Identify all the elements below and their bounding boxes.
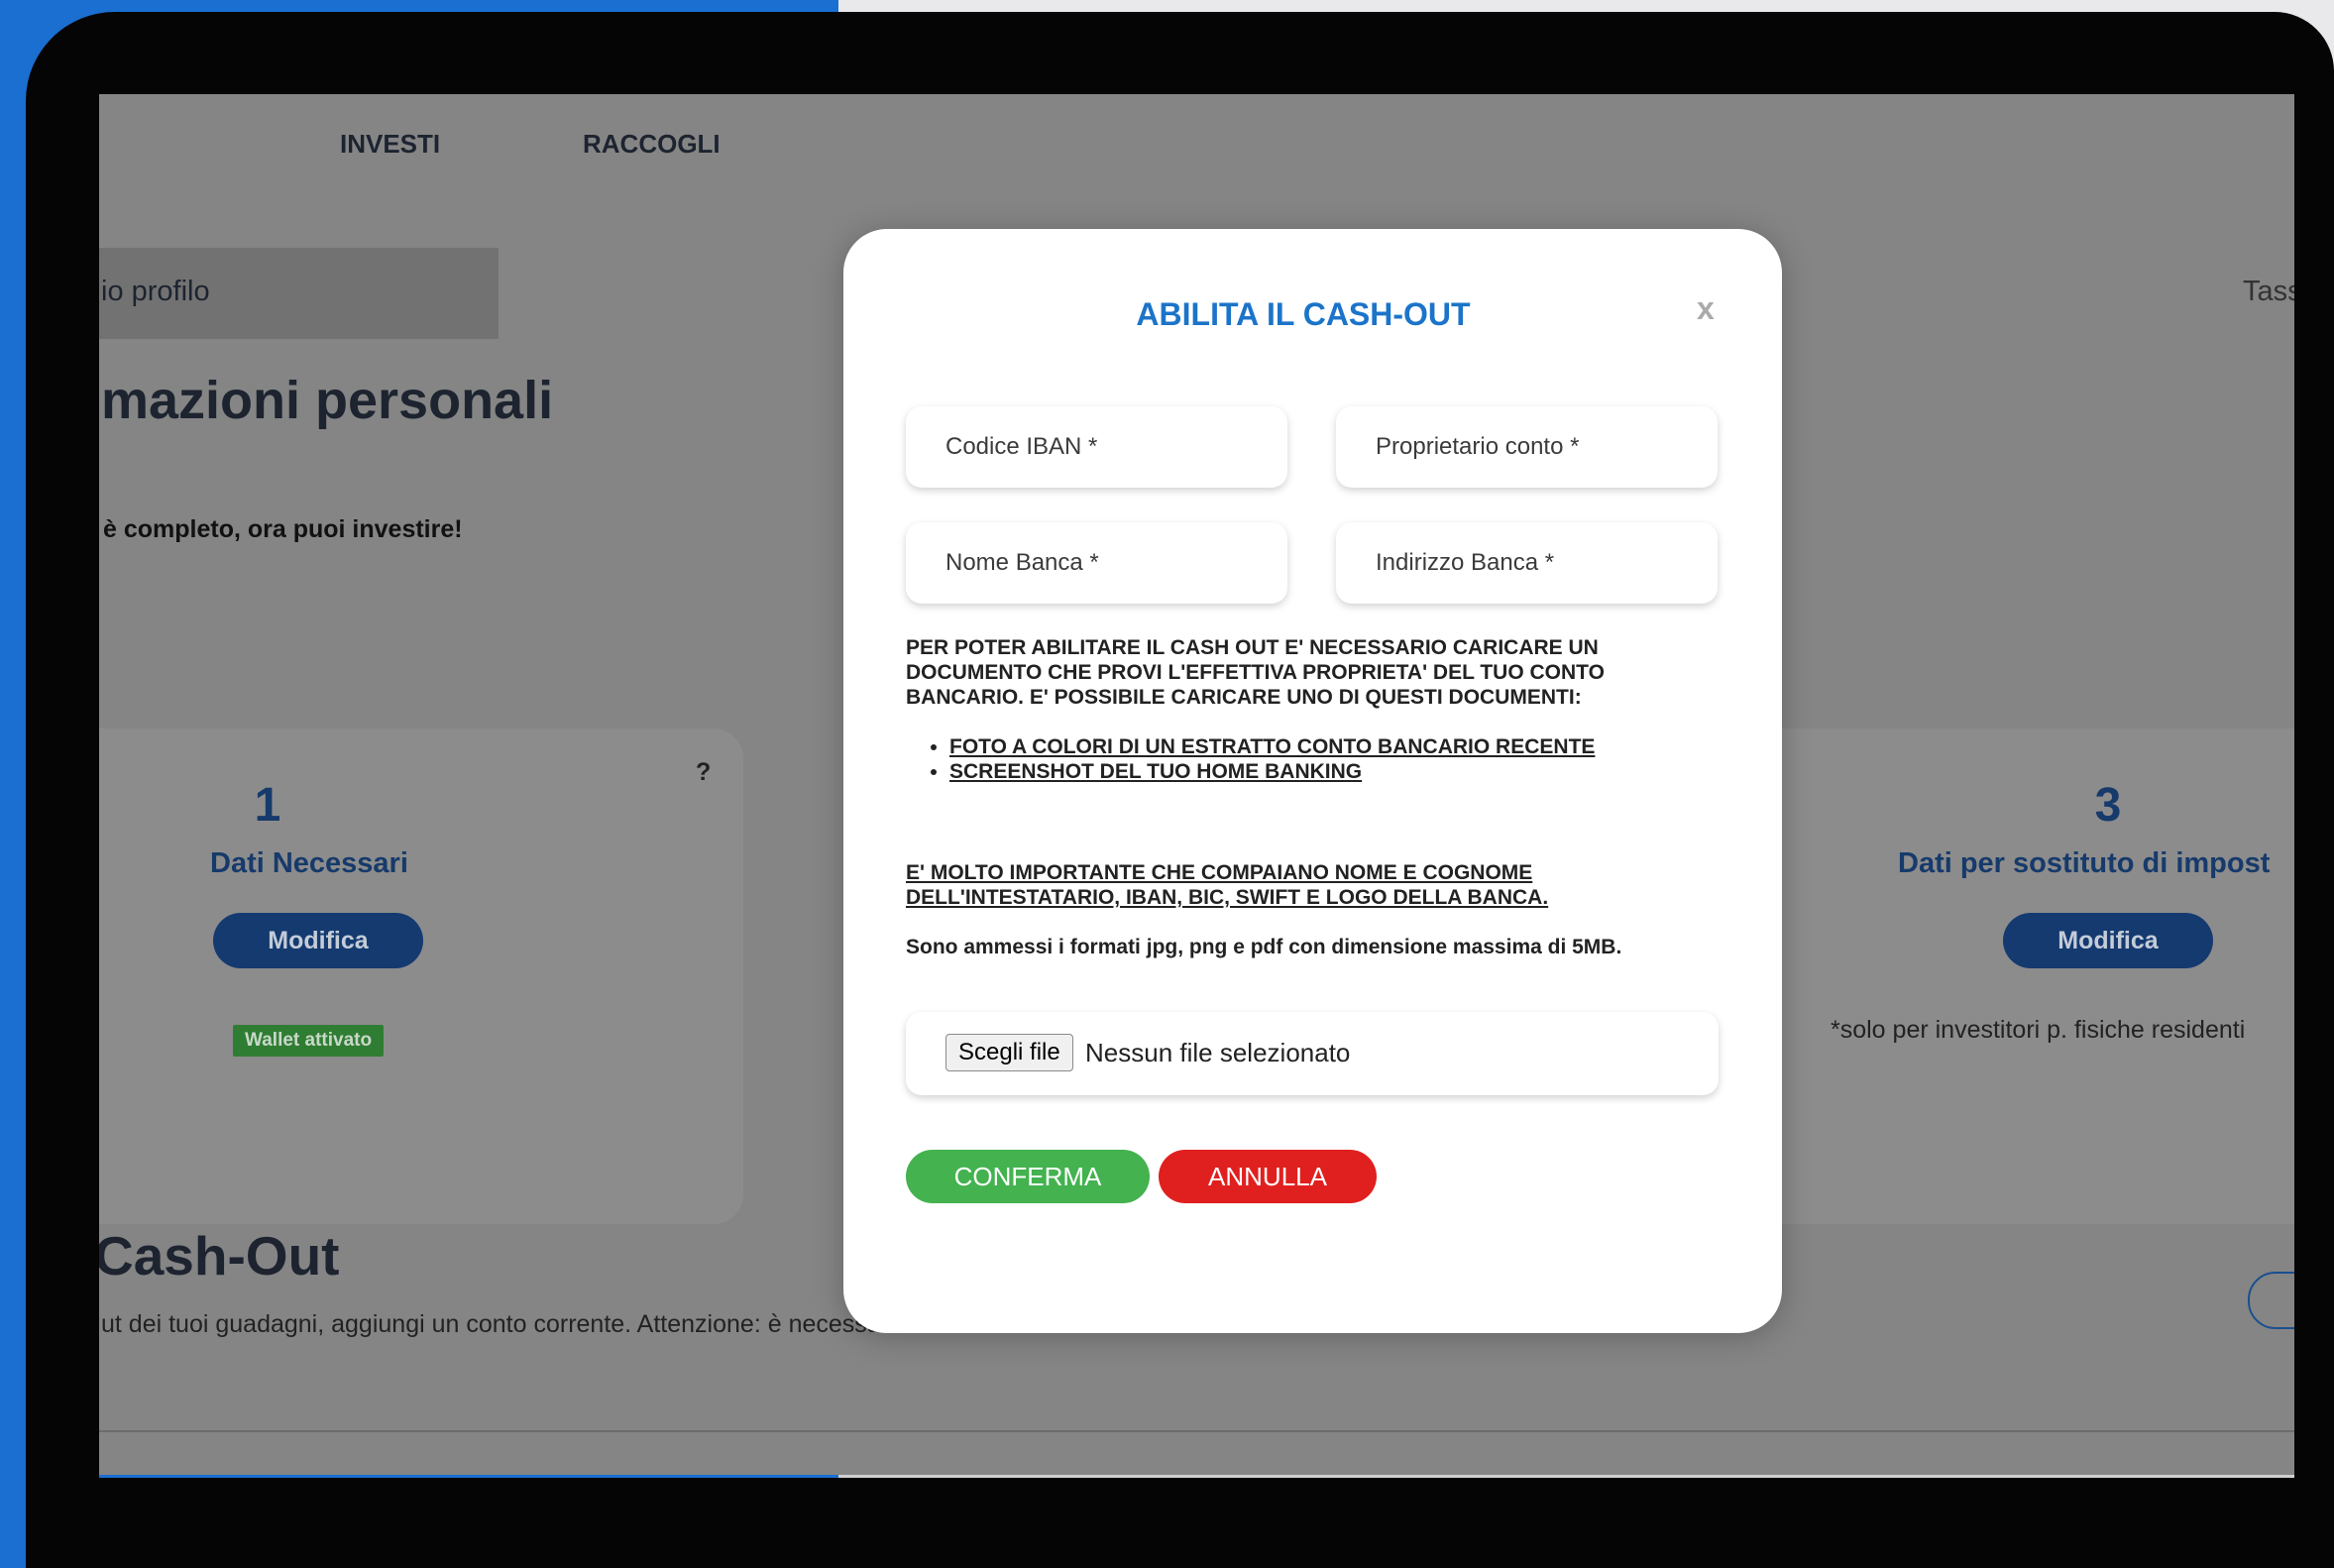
profile-complete-text: è completo, ora puoi investire! — [103, 515, 463, 543]
cashout-title: Cash-Out — [99, 1225, 340, 1287]
section-title: mazioni personali — [101, 371, 554, 430]
cashout-modal: ABILITA IL CASH-OUT x PER POTER ABILITAR… — [843, 229, 1782, 1333]
choose-file-button[interactable]: Scegli file — [945, 1034, 1073, 1071]
step-1-title: Dati Necessari — [210, 847, 408, 879]
divider — [99, 1430, 2294, 1432]
accepted-documents-list: FOTO A COLORI DI UN ESTRATTO CONTO BANCA… — [930, 734, 1595, 784]
step-3-modifica-button[interactable]: Modifica — [2003, 913, 2213, 968]
step-1-modifica-button[interactable]: Modifica — [213, 913, 423, 968]
nav-investi[interactable]: INVESTI — [340, 129, 440, 160]
bank-name-input[interactable] — [906, 522, 1287, 604]
modal-title: ABILITA IL CASH-OUT — [1136, 296, 1471, 332]
step-3-number: 3 — [2094, 779, 2122, 832]
important-notice: E' MOLTO IMPORTANTE CHE COMPAIANO NOME E… — [906, 861, 1549, 909]
bank-address-input[interactable] — [1336, 522, 1718, 604]
iban-field[interactable] — [906, 406, 1287, 488]
step-1-number: 1 — [254, 779, 281, 832]
iban-input[interactable] — [906, 406, 1287, 488]
cancel-button[interactable]: ANNULLA — [1159, 1150, 1377, 1203]
bottom-line — [838, 1475, 2294, 1478]
list-item: FOTO A COLORI DI UN ESTRATTO CONTO BANCA… — [949, 734, 1595, 759]
bottom-accent-line — [99, 1475, 838, 1478]
tab-profile[interactable]: io profilo — [99, 248, 499, 339]
file-status-text: Nessun file selezionato — [1085, 1038, 1351, 1067]
wallet-status-badge: Wallet attivato — [233, 1025, 385, 1057]
confirm-button[interactable]: CONFERMA — [906, 1150, 1150, 1203]
account-owner-input[interactable] — [1336, 406, 1718, 488]
step-3-title: Dati per sostituto di impost — [1898, 847, 2271, 879]
close-icon[interactable]: x — [1697, 290, 1715, 327]
owner-field[interactable] — [1336, 406, 1718, 488]
bank-address-field[interactable] — [1336, 522, 1718, 604]
upload-instructions: PER POTER ABILITARE IL CASH OUT E' NECES… — [906, 636, 1605, 709]
help-question-mark[interactable]: ? — [696, 758, 711, 787]
list-item: SCREENSHOT DEL TUO HOME BANKING — [949, 759, 1595, 784]
file-formats-note: Sono ammessi i formati jpg, png e pdf co… — [906, 936, 1622, 958]
step-3-note: *solo per investitori p. fisiche residen… — [1831, 1016, 2246, 1044]
add-account-button-clipped[interactable] — [2248, 1272, 2294, 1329]
nav-raccogli[interactable]: RACCOGLI — [583, 129, 721, 160]
file-upload-field: Scegli file Nessun file selezionato — [906, 1012, 1719, 1095]
tab-tasse-clipped[interactable]: Tass — [2243, 276, 2294, 308]
tab-profile-label: io profilo — [101, 276, 210, 307]
bank-name-field[interactable] — [906, 522, 1287, 604]
app-screen: INVESTI RACCOGLI io profilo Tass mazioni… — [99, 94, 2294, 1477]
